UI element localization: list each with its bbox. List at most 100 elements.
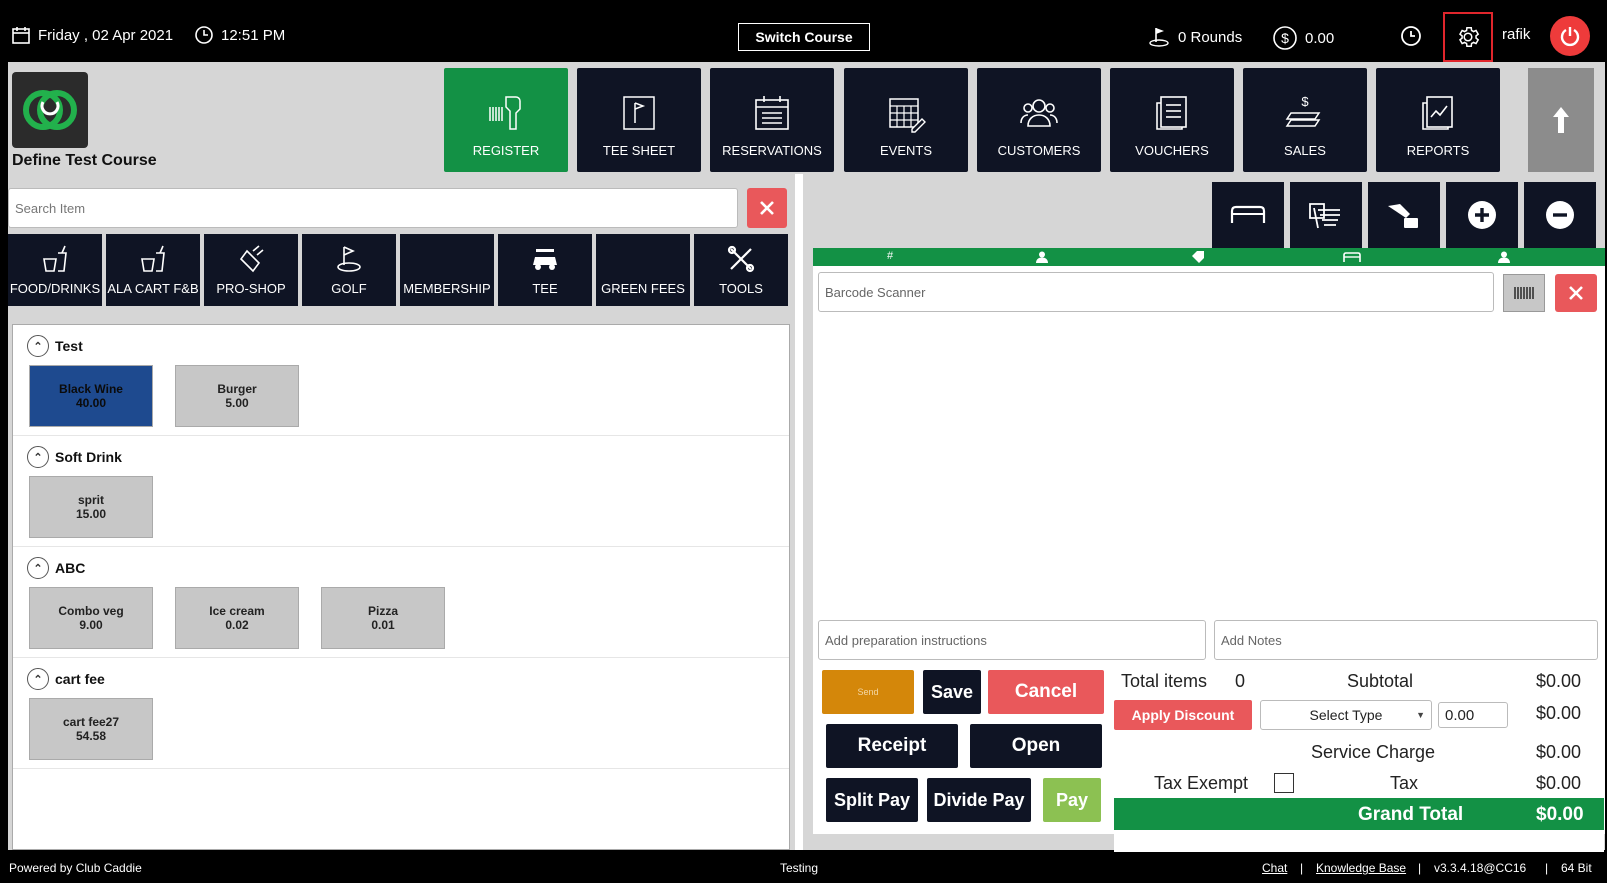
rounds-text: 0 Rounds: [1178, 28, 1243, 46]
apply-discount-button[interactable]: Apply Discount: [1114, 700, 1252, 730]
send-button[interactable]: Send: [822, 670, 914, 714]
calendar-list-icon: [755, 96, 789, 130]
power-button[interactable]: [1550, 16, 1590, 56]
clear-barcode-button[interactable]: [1555, 274, 1597, 312]
nav-register[interactable]: REGISTER: [444, 68, 568, 172]
item-price: 9.00: [79, 618, 103, 632]
svg-text:$: $: [1281, 30, 1289, 46]
switch-course-button[interactable]: Switch Course: [738, 23, 870, 51]
item-tile[interactable]: Ice cream 0.02: [175, 587, 299, 649]
transfer-button[interactable]: [1368, 182, 1440, 248]
main-area: Define Test Course REGISTER TEE SHEET RE…: [8, 62, 1605, 866]
gear-icon[interactable]: [1455, 24, 1481, 50]
course-name: Define Test Course: [12, 152, 157, 169]
prep-instructions-input[interactable]: Add preparation instructions: [818, 620, 1206, 660]
discount-type-select[interactable]: Select Type ▼: [1260, 700, 1432, 730]
receipt-button[interactable]: Receipt: [826, 724, 958, 768]
item-tile[interactable]: Combo veg 9.00: [29, 587, 153, 649]
service-charge-value: $0.00: [1536, 742, 1582, 762]
item-tile[interactable]: cart fee27 54.58: [29, 698, 153, 760]
add-quantity-button[interactable]: [1446, 182, 1518, 248]
cancel-button[interactable]: Cancel: [988, 670, 1104, 714]
nav-vouchers[interactable]: VOUCHERS: [1110, 68, 1234, 172]
time-display: 12:51 PM: [195, 26, 285, 44]
item-tile[interactable]: Burger 5.00: [175, 365, 299, 427]
barcode-input[interactable]: Barcode Scanner: [818, 272, 1494, 312]
history-icon[interactable]: [1400, 25, 1422, 47]
pay-button[interactable]: Pay: [1043, 778, 1101, 822]
group-divider: [13, 546, 789, 547]
sales-icon: $: [1285, 94, 1321, 127]
category-golf[interactable]: GOLF: [302, 234, 396, 306]
split-pay-button[interactable]: Split Pay: [826, 778, 918, 822]
item-tile[interactable]: Pizza 0.01: [321, 587, 445, 649]
category-ala-cart[interactable]: ALA CART F&B: [106, 234, 200, 306]
cart-column-header: #: [813, 248, 1605, 266]
nav-reservations[interactable]: RESERVATIONS: [710, 68, 834, 172]
category-membership[interactable]: MEMBERSHIP: [400, 234, 494, 306]
category-tools[interactable]: TOOLS: [694, 234, 788, 306]
tax-label: Tax: [1390, 773, 1419, 793]
nav-tee-sheet[interactable]: TEE SHEET: [577, 68, 701, 172]
subtotal-label: Subtotal: [1347, 671, 1414, 691]
table-button[interactable]: [1212, 182, 1284, 248]
category-label: TOOLS: [719, 281, 763, 296]
chevron-up-icon[interactable]: ⌃: [27, 557, 49, 579]
item-tile[interactable]: sprit 15.00: [29, 476, 153, 538]
group-header-soft-drink[interactable]: ⌃ Soft Drink: [27, 446, 122, 468]
table-icon: [1343, 252, 1361, 262]
total-items-label: Total items: [1121, 671, 1208, 691]
chevron-up-icon[interactable]: ⌃: [27, 446, 49, 468]
category-pro-shop[interactable]: PRO-SHOP: [204, 234, 298, 306]
scroll-up-button[interactable]: [1528, 68, 1594, 172]
group-divider: [13, 435, 789, 436]
item-name: Black Wine: [59, 382, 123, 396]
grand-total-label: Grand Total: [1358, 804, 1464, 825]
group-header-test[interactable]: ⌃ Test: [27, 335, 83, 357]
divide-pay-button[interactable]: Divide Pay: [927, 778, 1031, 822]
group-header-abc[interactable]: ⌃ ABC: [27, 557, 85, 579]
tax-exempt-checkbox[interactable]: [1274, 773, 1294, 793]
power-icon: [1560, 27, 1580, 47]
chevron-up-icon[interactable]: ⌃: [27, 335, 49, 357]
clear-search-button[interactable]: [747, 188, 787, 228]
group-header-cart-fee[interactable]: ⌃ cart fee: [27, 668, 105, 690]
subtotal-value: $0.00: [1536, 671, 1582, 691]
item-name: Combo veg: [58, 604, 124, 618]
barcode-scan-button[interactable]: [1503, 274, 1545, 312]
nav-reports[interactable]: REPORTS: [1376, 68, 1500, 172]
chevron-up-icon[interactable]: ⌃: [27, 668, 49, 690]
item-price: 0.01: [371, 618, 395, 632]
environment-label: Testing: [780, 861, 819, 875]
search-input[interactable]: Search Item: [8, 188, 738, 228]
knowledge-base-link[interactable]: Knowledge Base: [1316, 861, 1406, 875]
save-button[interactable]: Save: [923, 670, 981, 714]
item-tile[interactable]: Black Wine 40.00: [29, 365, 153, 427]
group-name: Soft Drink: [55, 449, 122, 465]
open-button[interactable]: Open: [970, 724, 1102, 768]
panel-divider: [795, 174, 803, 850]
chat-link[interactable]: Chat: [1262, 861, 1287, 875]
chevron-down-icon: ▼: [1416, 710, 1425, 720]
category-tee[interactable]: TEE: [498, 234, 592, 306]
discount-value-input[interactable]: 0.00: [1438, 702, 1508, 728]
item-price: 5.00: [225, 396, 249, 410]
item-name: sprit: [77, 493, 104, 507]
powered-by: Powered by Club Caddie: [9, 861, 142, 875]
nav-sales[interactable]: $ SALES: [1243, 68, 1367, 172]
category-food-drinks[interactable]: FOOD/DRINKS: [8, 234, 102, 306]
date-text: Friday , 02 Apr 2021: [38, 26, 174, 44]
category-green-fees[interactable]: GREEN FEES: [596, 234, 690, 306]
category-label: GOLF: [331, 281, 367, 296]
discount-amount: $0.00: [1536, 703, 1582, 723]
nav-customers-label: CUSTOMERS: [997, 143, 1081, 158]
person-icon: [1498, 251, 1510, 263]
footer-separator: |: [1418, 861, 1422, 875]
nav-events[interactable]: EVENTS: [844, 68, 968, 172]
touch-button[interactable]: [1290, 182, 1362, 248]
balance-text: 0.00: [1305, 29, 1335, 47]
notes-input[interactable]: Add Notes: [1214, 620, 1598, 660]
nav-customers[interactable]: CUSTOMERS: [977, 68, 1101, 172]
remove-quantity-button[interactable]: [1524, 182, 1596, 248]
golf-bag-icon: [239, 245, 264, 273]
